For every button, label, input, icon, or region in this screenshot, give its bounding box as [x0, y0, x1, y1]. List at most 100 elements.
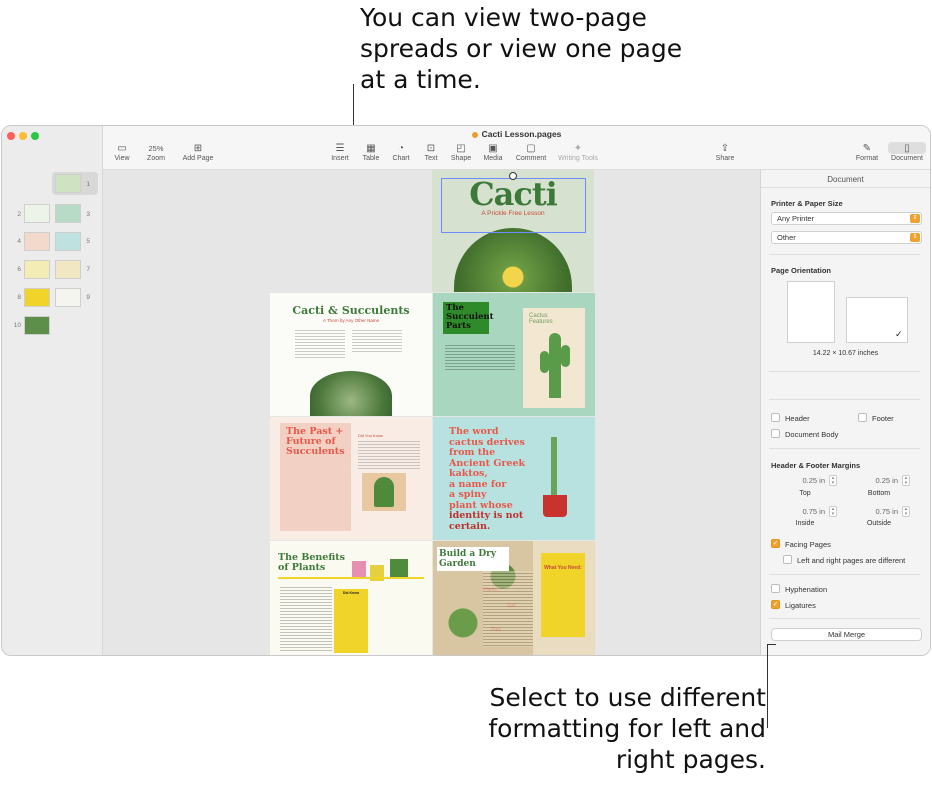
header-checkbox[interactable]	[771, 413, 780, 422]
thumbnail-number: 8	[17, 294, 21, 301]
bottom-margin-stepper[interactable]: 0.25 in ▴ ▾	[858, 475, 910, 486]
shape-button[interactable]: ◰ Shape	[449, 143, 473, 162]
thumbnail-page-5[interactable]	[55, 232, 81, 251]
callout-bottom-leader-tick	[767, 644, 776, 645]
selection-box[interactable]	[441, 178, 586, 233]
thumbnail-page-10[interactable]	[24, 316, 50, 335]
top-margin-stepper[interactable]: 0.25 in ▴ ▾	[785, 475, 837, 486]
thumbnail-page-8[interactable]	[24, 288, 50, 307]
left-right-different-checkbox[interactable]	[783, 555, 792, 564]
minimize-button[interactable]	[19, 132, 27, 140]
page-4[interactable]: The Past + Future of Succulents Did You …	[270, 417, 432, 540]
thumbnail-page-7[interactable]	[55, 260, 81, 279]
thumbnail-page-3[interactable]	[55, 204, 81, 223]
writing-tools-label: Writing Tools	[558, 155, 598, 162]
page-3[interactable]: The Succulent Parts Cactus Features	[433, 293, 595, 416]
body-text-block	[280, 585, 332, 653]
page-1[interactable]: Cacti A Prickle Free Lesson	[432, 170, 594, 292]
chart-button[interactable]: ◔ Chart	[389, 143, 413, 162]
thumbnail-page-1[interactable]	[55, 174, 81, 193]
document-canvas[interactable]: Cacti A Prickle Free Lesson Cacti & Succ…	[103, 170, 760, 655]
thumbnail-page-9[interactable]	[55, 288, 81, 307]
page-2[interactable]: Cacti & Succulents A Thorn by Any Other …	[270, 293, 432, 416]
header-label: Header	[785, 414, 810, 423]
stepper-arrows-icon[interactable]: ▴ ▾	[829, 475, 837, 486]
inside-margin-value: 0.75 in	[802, 507, 825, 516]
text-button[interactable]: ⊡ Text	[420, 143, 442, 162]
stepper-arrows-icon[interactable]: ▴ ▾	[902, 475, 910, 486]
top-margin-value: 0.25 in	[802, 476, 825, 485]
shape-label: Shape	[450, 155, 472, 162]
printer-value: Any Printer	[777, 214, 815, 223]
writing-tools-button[interactable]: ✦ Writing Tools	[554, 143, 602, 162]
footer-label: Footer	[872, 414, 894, 423]
media-button[interactable]: ▣ Media	[481, 143, 505, 162]
sidebar-icon: ▭	[117, 143, 127, 154]
facing-pages-label: Facing Pages	[785, 540, 831, 549]
chevron-updown-icon: ⇕	[910, 233, 920, 242]
printer-popup[interactable]: Any Printer ⇕	[771, 212, 922, 225]
format-button[interactable]: ✎ Format	[854, 143, 880, 162]
facing-pages-checkbox[interactable]: ✓	[771, 539, 780, 548]
table-icon: ▦	[366, 143, 376, 154]
divider	[761, 187, 930, 188]
comment-button[interactable]: ▢ Comment	[513, 143, 549, 162]
window-title-text: Cacti Lesson.pages	[481, 129, 562, 139]
page-6[interactable]: The Benefits of Plants Did Know	[270, 541, 432, 655]
add-page-button[interactable]: ⊞ Add Page	[179, 143, 217, 162]
pages-window: 1 2 3 4 5 6 7 8 9 10 Cacti Lesson.pages …	[1, 125, 931, 656]
page-6-card	[334, 589, 368, 653]
header-footer-margins-heading: Header & Footer Margins	[771, 461, 861, 470]
table-button[interactable]: ▦ Table	[359, 143, 383, 162]
zoom-menu[interactable]: 25% Zoom	[141, 143, 171, 162]
inspector-tab-document[interactable]: Document	[761, 175, 930, 184]
insert-button[interactable]: ☰ Insert	[328, 143, 352, 162]
rotate-handle[interactable]	[509, 172, 517, 180]
paper-size-popup[interactable]: Other ⇕	[771, 231, 922, 244]
share-button[interactable]: ⇪ Share	[713, 143, 737, 162]
thumbnail-number: 3	[86, 211, 90, 218]
writing-tools-icon: ✦	[573, 143, 583, 154]
document-button[interactable]: ▯ Document	[889, 143, 925, 162]
page-5[interactable]: The word cactus derives from the Ancient…	[433, 417, 595, 540]
stepper-arrows-icon[interactable]: ▴ ▾	[829, 506, 837, 517]
callout-top: You can view two-page spreads or view on…	[360, 3, 683, 94]
page-7-title: Build a Dry Garden	[439, 549, 497, 569]
stepper-arrows-icon[interactable]: ▴ ▾	[902, 506, 910, 517]
body-text-block	[445, 343, 515, 371]
paper-dimensions: 14.22 × 10.67 inches	[812, 350, 879, 357]
thumbnail-number: 5	[86, 238, 90, 245]
mail-merge-button[interactable]: Mail Merge	[771, 628, 922, 641]
zoom-button[interactable]	[31, 132, 39, 140]
page-4-title: The Past + Future of Succulents	[286, 426, 345, 457]
potted-cactus-illustration	[551, 437, 557, 497]
inside-margin-stepper[interactable]: 0.75 in ▴ ▾	[785, 506, 837, 517]
page-6-card-title: Did Know	[342, 591, 360, 595]
page-7[interactable]: Build a Dry Garden Plants Soil Pots What…	[433, 541, 595, 655]
divider	[769, 574, 920, 575]
thumbnail-page-4[interactable]	[24, 232, 50, 251]
page-6-title: The Benefits of Plants	[278, 552, 345, 573]
thumbnail-page-6[interactable]	[24, 260, 50, 279]
document-inspector: Document Printer & Paper Size Any Printe…	[760, 170, 930, 655]
callout-bottom-leader	[767, 644, 768, 728]
text-icon: ⊡	[426, 143, 436, 154]
view-button[interactable]: ▭ View	[111, 143, 133, 162]
thumbnail-page-2[interactable]	[24, 204, 50, 223]
close-button[interactable]	[7, 132, 15, 140]
footer-checkbox[interactable]	[858, 413, 867, 422]
quote-line: kaktos,	[449, 468, 488, 479]
chart-icon: ◔	[397, 143, 405, 154]
page-thumbnails-sidebar: 1 2 3 4 5 6 7 8 9 10	[2, 126, 103, 655]
thumbnail-number: 7	[86, 266, 90, 273]
divider	[769, 618, 920, 619]
add-page-label: Add Page	[182, 155, 214, 162]
portrait-orientation[interactable]	[787, 281, 835, 343]
document-body-checkbox[interactable]	[771, 429, 780, 438]
hyphenation-checkbox[interactable]	[771, 584, 780, 593]
add-page-icon: ⊞	[193, 143, 203, 154]
outside-margin-stepper[interactable]: 0.75 in ▴ ▾	[858, 506, 910, 517]
ligatures-checkbox[interactable]: ✓	[771, 600, 780, 609]
top-label: Top	[799, 490, 811, 497]
cactus-photo	[454, 228, 572, 292]
